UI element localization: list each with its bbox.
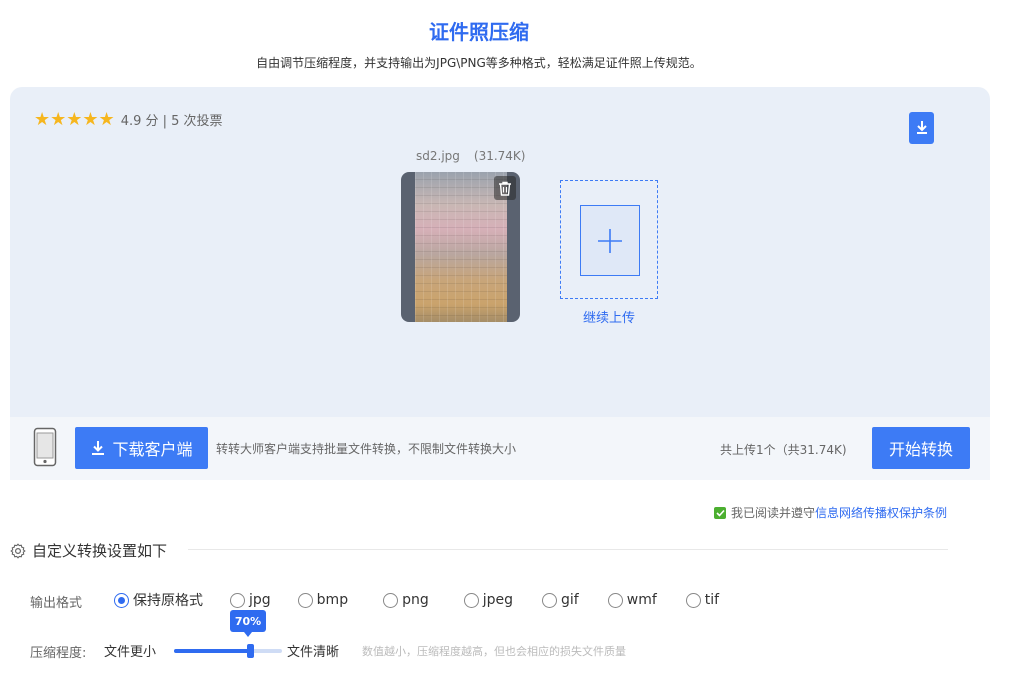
clearer-file-label: 文件清晰 xyxy=(287,645,340,660)
download-icon-button[interactable] xyxy=(909,112,934,144)
page-title: 证件照压缩 xyxy=(429,20,529,44)
radio-button[interactable] xyxy=(463,592,479,608)
format-option-label: tif xyxy=(704,592,720,608)
gear-icon xyxy=(10,542,26,559)
action-bar: 下载客户端 转转大师客户端支持批量文件转换，不限制文件转换大小 共上传1个（共3… xyxy=(10,417,990,480)
continue-upload-button[interactable] xyxy=(560,180,658,299)
check-icon xyxy=(715,509,725,517)
download-client-button[interactable]: 下载客户端 xyxy=(75,427,208,469)
agreement: 我已阅读并遵守 信息网络传播权保护条例 xyxy=(714,504,947,521)
section-title: 自定义转换设置如下 xyxy=(32,542,168,560)
upload-plus-area[interactable] xyxy=(580,205,640,276)
compression-hint: 数值越小，压缩程度越高，但也会相应的损失文件质量 xyxy=(362,645,626,658)
compression-slider[interactable] xyxy=(174,644,282,658)
file-thumbnail xyxy=(401,172,520,322)
format-option[interactable]: jpeg xyxy=(463,592,514,608)
format-option[interactable]: gif xyxy=(542,592,579,608)
format-option-label: 保持原格式 xyxy=(133,593,203,609)
format-option[interactable]: jpg xyxy=(230,592,271,608)
output-format-label: 输出格式 xyxy=(30,596,83,611)
upload-panel: ★★★★★ 4.9 分 | 5 次投票 sd2.jpg (31.74K) 继续上传 xyxy=(10,87,990,417)
section-divider xyxy=(188,549,948,550)
format-option[interactable]: 保持原格式 xyxy=(114,590,203,610)
download-client-label: 下载客户端 xyxy=(112,440,193,459)
delete-file-button[interactable] xyxy=(494,176,516,200)
file-info: sd2.jpg (31.74K) xyxy=(416,149,525,163)
compression-value-tooltip: 70% xyxy=(230,610,266,637)
phone-icon xyxy=(33,427,57,467)
download-icon xyxy=(92,441,105,455)
star-rating-icon[interactable]: ★★★★★ xyxy=(34,109,115,130)
smaller-file-label: 文件更小 xyxy=(104,645,157,660)
radio-button[interactable] xyxy=(685,592,701,608)
slider-fill xyxy=(174,649,250,653)
plus-icon xyxy=(598,228,622,253)
radio-button[interactable] xyxy=(542,592,558,608)
continue-upload-label[interactable]: 继续上传 xyxy=(560,307,658,326)
radio-button[interactable] xyxy=(114,592,129,608)
format-option-label: wmf xyxy=(626,592,657,608)
agreement-link[interactable]: 信息网络传播权保护条例 xyxy=(815,504,947,521)
download-icon xyxy=(916,121,927,134)
format-option-label: jpg xyxy=(249,592,271,608)
file-name: sd2.jpg xyxy=(416,149,460,163)
format-option[interactable]: wmf xyxy=(607,592,657,608)
radio-button[interactable] xyxy=(230,592,245,608)
format-option[interactable]: png xyxy=(383,592,429,608)
compression-label: 压缩程度: xyxy=(30,646,87,661)
page-subtitle: 自由调节压缩程度，并支持输出为JPG\PNG等多种格式，轻松满足证件照上传规范。 xyxy=(256,56,702,70)
radio-button[interactable] xyxy=(297,592,313,608)
client-description: 转转大师客户端支持批量文件转换，不限制文件转换大小 xyxy=(216,442,517,456)
output-format-options: 保持原格式 jpg bmp png jpeg gif wmf tif xyxy=(114,590,719,610)
agreement-checkbox[interactable] xyxy=(714,506,726,519)
agreement-text: 我已阅读并遵守 xyxy=(731,506,816,520)
rating: ★★★★★ 4.9 分 | 5 次投票 xyxy=(34,109,223,130)
format-option-label: gif xyxy=(561,592,579,608)
format-option-label: png xyxy=(402,592,429,608)
start-convert-button[interactable]: 开始转换 xyxy=(872,427,970,469)
radio-button[interactable] xyxy=(383,592,399,608)
format-option[interactable]: tif xyxy=(685,592,720,608)
format-option[interactable]: bmp xyxy=(297,592,349,608)
radio-button[interactable] xyxy=(607,592,623,608)
format-option-label: bmp xyxy=(316,592,349,608)
file-size: (31.74K) xyxy=(473,149,526,163)
upload-count: 共上传1个（共31.74K) xyxy=(720,443,847,457)
format-option-label: jpeg xyxy=(482,592,514,608)
slider-handle[interactable] xyxy=(247,644,254,658)
trash-icon xyxy=(499,181,511,196)
settings-section-header: 自定义转换设置如下 xyxy=(10,540,167,561)
rating-text: 4.9 分 | 5 次投票 xyxy=(120,114,223,129)
